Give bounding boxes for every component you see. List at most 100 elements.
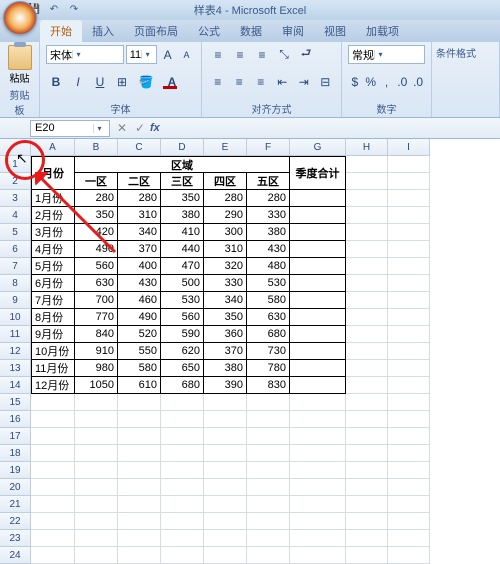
cell[interactable]: [388, 445, 430, 462]
tab-页面布局[interactable]: 页面布局: [124, 20, 188, 42]
cell[interactable]: [247, 428, 290, 445]
row-header[interactable]: 5: [0, 224, 31, 241]
cell[interactable]: [388, 462, 430, 479]
cell[interactable]: [346, 343, 388, 360]
tab-插入[interactable]: 插入: [82, 20, 124, 42]
tab-加载项[interactable]: 加载项: [356, 20, 409, 42]
cell[interactable]: [346, 462, 388, 479]
cell[interactable]: 340: [118, 224, 161, 241]
cell[interactable]: 840: [75, 326, 118, 343]
cell[interactable]: [346, 513, 388, 530]
row-header[interactable]: 4: [0, 207, 31, 224]
cell[interactable]: [204, 462, 247, 479]
cell[interactable]: [346, 496, 388, 513]
col-header[interactable]: I: [388, 139, 430, 156]
cell[interactable]: 11月份: [31, 360, 75, 377]
cell[interactable]: [247, 479, 290, 496]
worksheet[interactable]: 123456789101112131415161718192021222324 …: [0, 139, 500, 564]
cell[interactable]: 440: [161, 241, 204, 258]
cell[interactable]: [161, 462, 204, 479]
percent-icon[interactable]: %: [364, 72, 378, 91]
merge-button[interactable]: ⊟: [316, 72, 336, 91]
cell[interactable]: 630: [75, 275, 118, 292]
cell[interactable]: 780: [247, 360, 290, 377]
cell[interactable]: [388, 411, 430, 428]
cell[interactable]: [75, 462, 118, 479]
cell[interactable]: [388, 496, 430, 513]
cell[interactable]: [290, 547, 346, 564]
cell[interactable]: [75, 479, 118, 496]
cell[interactable]: 830: [247, 377, 290, 394]
cell[interactable]: [161, 428, 204, 445]
cell[interactable]: [118, 513, 161, 530]
cell[interactable]: 5月份: [31, 258, 75, 275]
cell[interactable]: [346, 411, 388, 428]
cell[interactable]: [290, 224, 346, 241]
cell[interactable]: [118, 496, 161, 513]
cell[interactable]: 320: [204, 258, 247, 275]
cell[interactable]: 350: [204, 309, 247, 326]
cell[interactable]: [346, 479, 388, 496]
cell[interactable]: 390: [204, 377, 247, 394]
cell[interactable]: [388, 479, 430, 496]
cell[interactable]: [290, 411, 346, 428]
underline-button[interactable]: U: [90, 72, 110, 91]
cell[interactable]: [31, 496, 75, 513]
cell[interactable]: 12月份: [31, 377, 75, 394]
cell[interactable]: [31, 462, 75, 479]
row-header[interactable]: 18: [0, 445, 31, 462]
font-color-button[interactable]: A: [160, 72, 184, 91]
cell[interactable]: 580: [118, 360, 161, 377]
cell[interactable]: 月份: [31, 156, 75, 190]
tab-视图[interactable]: 视图: [314, 20, 356, 42]
cell[interactable]: 季度合计: [290, 156, 346, 190]
cell[interactable]: 610: [118, 377, 161, 394]
font-name-select[interactable]: 宋体▾: [46, 45, 124, 64]
row-header[interactable]: 16: [0, 411, 31, 428]
col-header[interactable]: F: [247, 139, 290, 156]
cell[interactable]: [290, 360, 346, 377]
indent-dec-icon[interactable]: ⇤: [273, 72, 293, 91]
cell[interactable]: 700: [75, 292, 118, 309]
cell[interactable]: 1050: [75, 377, 118, 394]
cell[interactable]: 2月份: [31, 207, 75, 224]
cell[interactable]: [204, 530, 247, 547]
tab-公式[interactable]: 公式: [188, 20, 230, 42]
cell[interactable]: [290, 428, 346, 445]
col-header[interactable]: B: [75, 139, 118, 156]
cell[interactable]: 430: [247, 241, 290, 258]
row-header[interactable]: 13: [0, 360, 31, 377]
cell[interactable]: [204, 479, 247, 496]
tab-开始[interactable]: 开始: [40, 20, 82, 42]
cell[interactable]: [290, 275, 346, 292]
cell[interactable]: 980: [75, 360, 118, 377]
cell[interactable]: [75, 411, 118, 428]
row-header[interactable]: 7: [0, 258, 31, 275]
cell[interactable]: 4月份: [31, 241, 75, 258]
cell[interactable]: [75, 428, 118, 445]
cell[interactable]: [388, 207, 430, 224]
cell[interactable]: [346, 224, 388, 241]
office-button[interactable]: [3, 1, 37, 35]
cell[interactable]: 620: [161, 343, 204, 360]
col-header[interactable]: G: [290, 139, 346, 156]
cell[interactable]: 区域: [75, 156, 290, 173]
cell[interactable]: 630: [247, 309, 290, 326]
cell[interactable]: [290, 496, 346, 513]
cell[interactable]: [247, 513, 290, 530]
row-header[interactable]: 15: [0, 394, 31, 411]
cell[interactable]: [346, 190, 388, 207]
cell[interactable]: [346, 445, 388, 462]
currency-icon[interactable]: $: [348, 72, 362, 91]
cell[interactable]: 五区: [247, 173, 290, 190]
cell[interactable]: [290, 479, 346, 496]
cell[interactable]: 二区: [118, 173, 161, 190]
row-header[interactable]: 3: [0, 190, 31, 207]
cell[interactable]: 9月份: [31, 326, 75, 343]
cell[interactable]: [118, 394, 161, 411]
row-header[interactable]: 2: [0, 173, 31, 190]
cell[interactable]: 770: [75, 309, 118, 326]
cell[interactable]: 550: [118, 343, 161, 360]
align-center-icon[interactable]: ≡: [230, 72, 250, 91]
row-header[interactable]: 20: [0, 479, 31, 496]
